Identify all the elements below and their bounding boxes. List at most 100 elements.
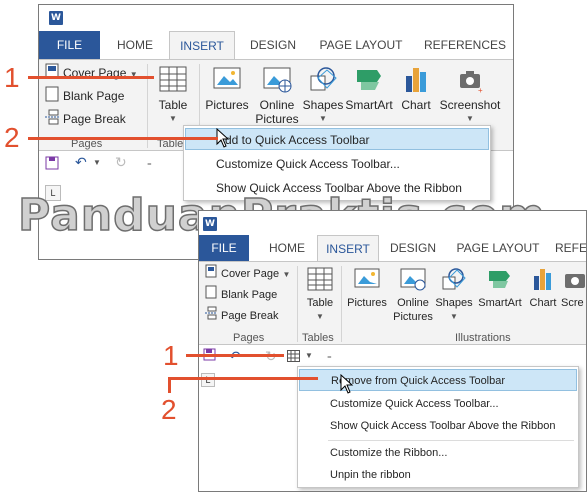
table-button[interactable]: Table ▼ xyxy=(301,266,339,324)
menu-item-customize-ribbon[interactable]: Customize the Ribbon... xyxy=(299,442,577,464)
page-break-button[interactable]: Page Break xyxy=(205,305,278,325)
menu-separator xyxy=(328,440,574,441)
table-icon xyxy=(306,266,334,292)
menu-item-customize-qat[interactable]: Customize Quick Access Toolbar... xyxy=(299,393,577,415)
tab-references[interactable]: REFE xyxy=(555,235,586,261)
chevron-down-icon: ▼ xyxy=(282,270,291,279)
callout-line-2 xyxy=(28,137,218,140)
page-break-icon xyxy=(205,306,217,326)
page-break-icon xyxy=(45,109,59,131)
tab-insert[interactable]: INSERT xyxy=(317,235,379,262)
online-pictures-button[interactable]: Online Pictures xyxy=(391,266,435,324)
camera-icon: + xyxy=(454,64,486,95)
smartart-button[interactable]: SmartArt xyxy=(343,64,395,112)
callout-line-2-bottom xyxy=(168,377,318,380)
blank-page-label: Blank Page xyxy=(221,289,278,301)
menu-item-show-qat-above[interactable]: Show Quick Access Toolbar Above the Ribb… xyxy=(299,415,577,437)
online-pictures-label-2: Pictures xyxy=(393,311,433,323)
pictures-label: Pictures xyxy=(347,297,387,309)
shapes-label: Shapes xyxy=(302,98,344,112)
title-bar: W xyxy=(39,5,513,31)
cover-page-icon xyxy=(45,63,59,85)
word-logo-icon: W xyxy=(203,217,217,231)
cover-page-button[interactable]: Cover Page ▼ xyxy=(205,263,290,283)
cover-page-label: Cover Page xyxy=(221,268,280,280)
chart-label: Chart xyxy=(529,297,557,309)
chart-button[interactable]: Chart xyxy=(525,266,561,310)
tab-home[interactable]: HOME xyxy=(109,31,161,59)
menu-item-add-to-qat[interactable]: Add to Quick Access Toolbar xyxy=(185,128,489,150)
chevron-down-icon: ▼ xyxy=(450,312,458,321)
pictures-button[interactable]: Pictures xyxy=(203,64,251,112)
online-pictures-button[interactable]: Online Pictures xyxy=(253,64,301,126)
callout-number-1: 1 xyxy=(4,62,20,93)
tab-selector-button[interactable]: L xyxy=(201,373,215,387)
tab-insert[interactable]: INSERT xyxy=(169,31,235,60)
chart-label: Chart xyxy=(401,98,431,112)
blank-page-button[interactable]: Blank Page xyxy=(45,86,124,106)
callout-line-1-bottom xyxy=(186,354,284,357)
group-label-tables: Tables xyxy=(302,332,334,344)
tab-page-layout[interactable]: PAGE LAYOUT xyxy=(315,31,407,59)
chevron-down-icon: ▼ xyxy=(316,312,324,321)
shapes-icon xyxy=(307,64,339,94)
group-label-pages: Pages xyxy=(233,332,265,344)
menu-item-customize-qat[interactable]: Customize Quick Access Toolbar... xyxy=(185,153,489,175)
online-pictures-label-1: Online xyxy=(259,98,295,112)
tab-home[interactable]: HOME xyxy=(261,235,313,261)
blank-page-button[interactable]: Blank Page xyxy=(205,284,277,304)
screenshot-button[interactable]: Scre xyxy=(561,266,586,310)
blank-page-icon xyxy=(205,285,217,305)
shapes-button[interactable]: Shapes ▼ xyxy=(301,64,345,126)
redo-icon[interactable]: ↻ xyxy=(115,154,127,171)
table-label: Table xyxy=(306,297,334,309)
word-window-bottom: W FILE HOME INSERT DESIGN PAGE LAYOUT RE… xyxy=(198,210,587,492)
chart-button[interactable]: Chart xyxy=(397,64,435,112)
chevron-down-icon: ▼ xyxy=(466,114,474,123)
tab-design[interactable]: DESIGN xyxy=(245,31,301,59)
group-label-illustrations: Illustrations xyxy=(455,332,511,344)
chevron-down-icon[interactable]: ▼ xyxy=(93,158,101,167)
cover-page-button[interactable]: Cover Page ▼ xyxy=(45,63,138,83)
tab-file[interactable]: FILE xyxy=(39,31,100,59)
screenshot-button[interactable]: + Screenshot ▼ xyxy=(437,64,503,126)
page-break-button[interactable]: Page Break xyxy=(45,109,126,129)
callout-number-1-bottom: 1 xyxy=(163,340,179,371)
qat-customize-icon[interactable]: ₌ xyxy=(147,158,152,169)
online-pictures-label-1: Online xyxy=(397,297,429,309)
smartart-label: SmartArt xyxy=(345,98,393,112)
tab-page-layout[interactable]: PAGE LAYOUT xyxy=(455,235,541,261)
ribbon-tabs: FILE HOME INSERT DESIGN PAGE LAYOUT REFE xyxy=(199,235,586,262)
insert-table-icon[interactable] xyxy=(287,349,300,365)
menu-item-unpin-ribbon[interactable]: Unpin the ribbon xyxy=(299,464,577,486)
callout-number-2: 2 xyxy=(4,122,20,153)
online-pictures-label-2: Pictures xyxy=(255,112,299,126)
chart-icon xyxy=(529,266,557,292)
chevron-down-icon[interactable]: ▼ xyxy=(305,351,313,360)
page-break-label: Page Break xyxy=(63,112,126,127)
shapes-icon xyxy=(440,266,468,292)
smartart-icon xyxy=(353,64,385,94)
tab-file[interactable]: FILE xyxy=(199,235,249,261)
tab-references[interactable]: REFERENCES xyxy=(423,31,507,59)
save-icon[interactable] xyxy=(45,154,59,173)
menu-item-label: Show Quick Access Toolbar Above the Ribb… xyxy=(330,420,556,432)
tab-design[interactable]: DESIGN xyxy=(387,235,439,261)
chevron-down-icon: ▼ xyxy=(169,114,177,123)
menu-item-label: Customize the Ribbon... xyxy=(330,447,448,459)
group-divider xyxy=(297,266,298,342)
shapes-label: Shapes xyxy=(435,297,473,309)
smartart-button[interactable]: SmartArt xyxy=(475,266,525,310)
shapes-button[interactable]: Shapes ▼ xyxy=(435,266,473,324)
undo-icon[interactable]: ↶ xyxy=(75,154,87,171)
table-button[interactable]: Table ▼ xyxy=(153,64,193,126)
title-bar: W xyxy=(199,211,586,235)
menu-item-label: Unpin the ribbon xyxy=(330,469,411,481)
pictures-button[interactable]: Pictures xyxy=(345,266,389,310)
chevron-down-icon: ▼ xyxy=(319,114,327,123)
smartart-icon xyxy=(486,266,514,292)
qat-customize-icon[interactable]: ₌ xyxy=(327,351,332,362)
menu-item-label: Customize Quick Access Toolbar... xyxy=(330,398,499,410)
table-icon xyxy=(157,64,189,94)
menu-item-label: Add to Quick Access Toolbar xyxy=(217,133,370,147)
